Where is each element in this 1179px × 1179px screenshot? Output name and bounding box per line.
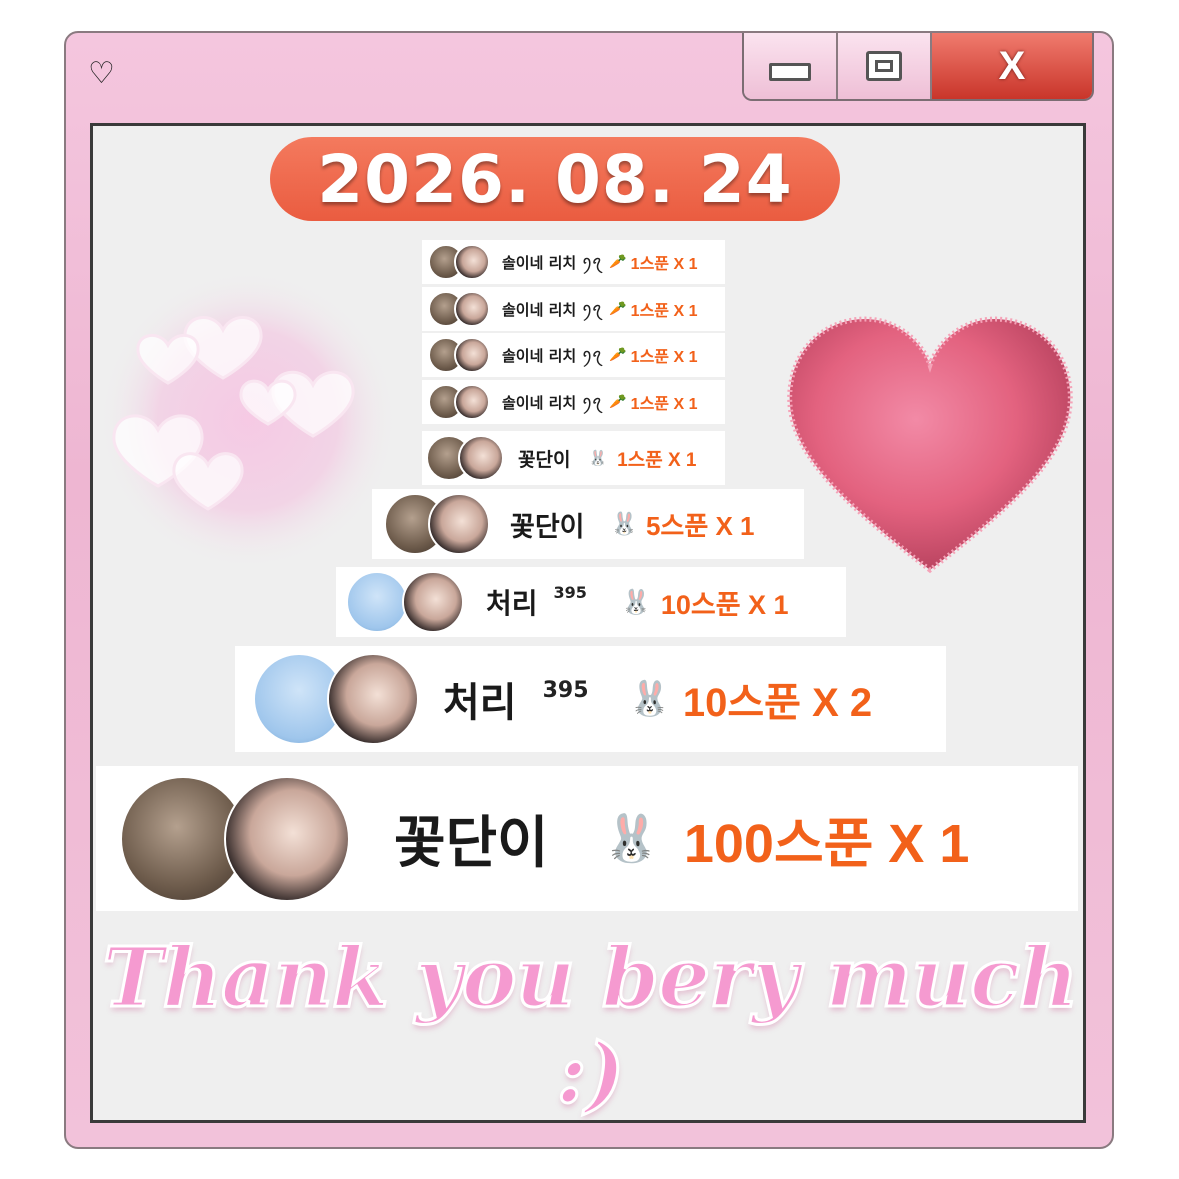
- window-controls: X: [742, 33, 1094, 101]
- donation-row: 솔이네 리치 ꪆꪖ 🥕 1스푼 X 1: [422, 287, 725, 331]
- donation-row: 솔이네 리치 ꪆꪖ 🥕 1스푼 X 1: [422, 380, 725, 424]
- donor-name: 꽃단이: [518, 448, 571, 471]
- donation-amount: 1스푼 X 1: [630, 349, 698, 366]
- avatar-pair: [428, 384, 490, 420]
- close-button[interactable]: X: [932, 33, 1092, 99]
- donation-amount: 10스푼 X 2: [682, 681, 873, 725]
- minimize-icon: [769, 63, 811, 81]
- donation-amount: 100스푼 X 1: [683, 814, 970, 874]
- carrot-icon: 🥕: [609, 301, 627, 317]
- donor-name: 솔이네 리치: [502, 346, 577, 365]
- carrot-icon: 🥕: [609, 347, 627, 363]
- avatar: [454, 291, 490, 327]
- donor-badge: ꪆꪖ: [582, 300, 602, 315]
- avatar: [454, 244, 490, 280]
- avatar-pair: [253, 653, 419, 745]
- donation-amount: 5스푼 X 1: [645, 510, 755, 541]
- avatar-pair: [428, 244, 490, 280]
- bunny-icon: 🐰: [588, 449, 608, 467]
- minimize-button[interactable]: [744, 33, 838, 99]
- donor-name: 솔이네 리치: [502, 393, 577, 412]
- bunny-icon: 🐰: [620, 588, 651, 616]
- heart-icon: ♡: [88, 56, 115, 91]
- bunny-icon: 🐰: [628, 679, 671, 719]
- thank-you-message: Thank you bery much :): [101, 929, 1080, 1124]
- avatar: [454, 337, 490, 373]
- donation-amount: 1스푼 X 1: [630, 256, 698, 273]
- avatar: [402, 571, 464, 633]
- avatar-pair: [426, 435, 504, 481]
- maximize-button[interactable]: [838, 33, 932, 99]
- avatar: [346, 571, 408, 633]
- donor-name: 솔이네 리치: [502, 253, 577, 272]
- carrot-icon: 🥕: [609, 254, 627, 270]
- avatar-pair: [346, 571, 464, 633]
- donation-row: 처리 395 🐰 10스푼 X 1: [336, 567, 846, 637]
- donation-row: 처리 395 🐰 10스푼 X 2: [235, 646, 946, 752]
- bunny-icon: 🐰: [610, 511, 638, 537]
- donor-badge: 395: [542, 678, 589, 703]
- donor-name: 꽃단이: [510, 511, 585, 543]
- carrot-icon: 🥕: [609, 394, 627, 410]
- avatar: [454, 384, 490, 420]
- avatar: [428, 493, 490, 555]
- donor-badge: ꪆꪖ: [582, 253, 602, 268]
- date-badge: 2026. 08. 24: [270, 137, 840, 221]
- bunny-card-icon: 🐰: [602, 811, 660, 865]
- donor-name: 처리: [486, 587, 538, 620]
- donor-badge: ꪆꪖ: [582, 393, 602, 408]
- hearts-cloud-decoration: [98, 270, 398, 570]
- donation-row: 솔이네 리치 ꪆꪖ 🥕 1스푼 X 1: [422, 240, 725, 284]
- donation-amount: 10스푼 X 1: [660, 589, 789, 620]
- avatar-pair: [120, 775, 356, 902]
- donation-row: 솔이네 리치 ꪆꪖ 🥕 1스푼 X 1: [422, 333, 725, 377]
- fluffy-heart-decoration: [787, 316, 1073, 574]
- donor-name: 처리: [443, 680, 517, 726]
- donation-row: 꽃단이 🐰 5스푼 X 1: [372, 489, 804, 559]
- donation-amount: 1스푼 X 1: [630, 303, 698, 320]
- avatar: [224, 775, 350, 902]
- donor-badge: 395: [553, 583, 587, 602]
- avatar-pair: [384, 493, 490, 555]
- donation-amount: 1스푼 X 1: [630, 396, 698, 413]
- avatar: [327, 653, 419, 745]
- avatar-pair: [428, 291, 490, 327]
- donor-name: 꽃단이: [394, 811, 549, 876]
- donor-name: 솔이네 리치: [502, 300, 577, 319]
- donation-amount: 1스푼 X 1: [617, 449, 697, 471]
- donation-row: 꽃단이 🐰 100스푼 X 1: [96, 766, 1078, 911]
- donor-badge: ꪆꪖ: [582, 346, 602, 361]
- avatar-pair: [428, 337, 490, 373]
- donation-row: 꽃단이 🐰 1스푼 X 1: [422, 431, 725, 485]
- maximize-icon: [866, 51, 902, 81]
- avatar: [458, 435, 504, 481]
